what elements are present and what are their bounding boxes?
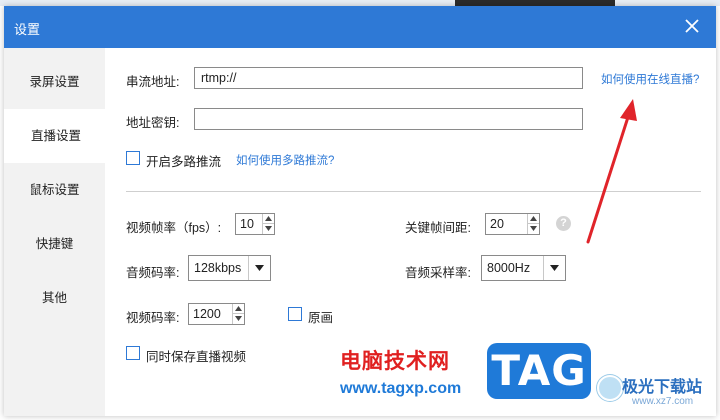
audio-bitrate-select[interactable]: 128kbps bbox=[188, 255, 271, 281]
chevron-down-icon bbox=[550, 265, 559, 271]
stream-key-input[interactable] bbox=[194, 108, 583, 130]
multi-stream-checkbox[interactable] bbox=[126, 151, 140, 165]
caret-down-icon bbox=[265, 226, 272, 231]
multi-stream-help-link[interactable]: 如何使用多路推流? bbox=[236, 152, 334, 168]
video-bitrate-label: 视频码率: bbox=[126, 311, 180, 325]
watermark-logo-url: www.xz7.com bbox=[632, 396, 694, 407]
live-help-link[interactable]: 如何使用在线直播? bbox=[601, 71, 699, 87]
sample-rate-value: 8000Hz bbox=[487, 261, 531, 275]
watermark-logo-text: 极光下载站 bbox=[622, 379, 703, 396]
watermark-tag-logo: TAG bbox=[487, 343, 591, 399]
help-icon[interactable]: ? bbox=[556, 216, 571, 231]
window-title: 设置 bbox=[14, 22, 41, 37]
close-button[interactable] bbox=[682, 16, 702, 36]
keyframe-interval-label: 关键帧间距: bbox=[405, 221, 471, 235]
caret-down-icon bbox=[530, 226, 537, 231]
keyframe-interval-value: 20 bbox=[490, 217, 504, 231]
sidebar-item-live[interactable]: 直播设置 bbox=[4, 109, 108, 163]
fps-value: 10 bbox=[240, 217, 254, 231]
keyframe-decrement[interactable] bbox=[528, 224, 539, 234]
video-bitrate-decrement[interactable] bbox=[233, 314, 244, 324]
video-bitrate-stepper[interactable]: 1200 bbox=[188, 303, 245, 325]
audio-bitrate-value: 128kbps bbox=[194, 261, 242, 275]
fps-label: 视频帧率（fps）: bbox=[126, 221, 222, 235]
sample-rate-label: 音频采样率: bbox=[405, 266, 471, 280]
close-icon bbox=[685, 19, 699, 33]
keyframe-increment[interactable] bbox=[528, 214, 539, 224]
video-bitrate-increment[interactable] bbox=[233, 304, 244, 314]
watermark-logo-icon bbox=[597, 375, 623, 401]
fps-stepper[interactable]: 10 bbox=[235, 213, 275, 235]
stream-url-label: 串流地址: bbox=[126, 75, 180, 89]
sample-rate-select[interactable]: 8000Hz bbox=[481, 255, 566, 281]
title-bar: 设置 bbox=[4, 6, 716, 48]
stream-key-label: 地址密钥: bbox=[126, 116, 180, 130]
video-bitrate-value: 1200 bbox=[193, 307, 221, 321]
caret-up-icon bbox=[265, 216, 272, 221]
watermark-url: www.tagxp.com bbox=[340, 380, 462, 397]
original-quality-label: 原画 bbox=[308, 311, 334, 325]
save-live-video-checkbox[interactable] bbox=[126, 346, 140, 360]
caret-up-icon bbox=[530, 216, 537, 221]
multi-stream-label: 开启多路推流 bbox=[146, 155, 222, 169]
stream-url-input[interactable]: rtmp:// bbox=[194, 67, 583, 89]
sidebar-item-other[interactable]: 其他 bbox=[4, 271, 105, 325]
fps-decrement[interactable] bbox=[263, 224, 274, 234]
sidebar-item-hotkeys[interactable]: 快捷键 bbox=[4, 217, 105, 271]
sidebar-item-mouse[interactable]: 鼠标设置 bbox=[4, 163, 105, 217]
caret-up-icon bbox=[235, 306, 242, 311]
audio-bitrate-label: 音频码率: bbox=[126, 266, 180, 280]
fps-increment[interactable] bbox=[263, 214, 274, 224]
section-divider bbox=[126, 191, 701, 192]
watermark-text: 电脑技术网 bbox=[340, 350, 450, 373]
original-quality-checkbox[interactable] bbox=[288, 307, 302, 321]
settings-sidebar: 录屏设置 直播设置 鼠标设置 快捷键 其他 bbox=[4, 48, 108, 416]
sidebar-item-record[interactable]: 录屏设置 bbox=[4, 55, 105, 109]
chevron-down-icon bbox=[255, 265, 264, 271]
keyframe-interval-stepper[interactable]: 20 bbox=[485, 213, 540, 235]
save-live-video-label: 同时保存直播视频 bbox=[146, 350, 247, 364]
caret-down-icon bbox=[235, 316, 242, 321]
